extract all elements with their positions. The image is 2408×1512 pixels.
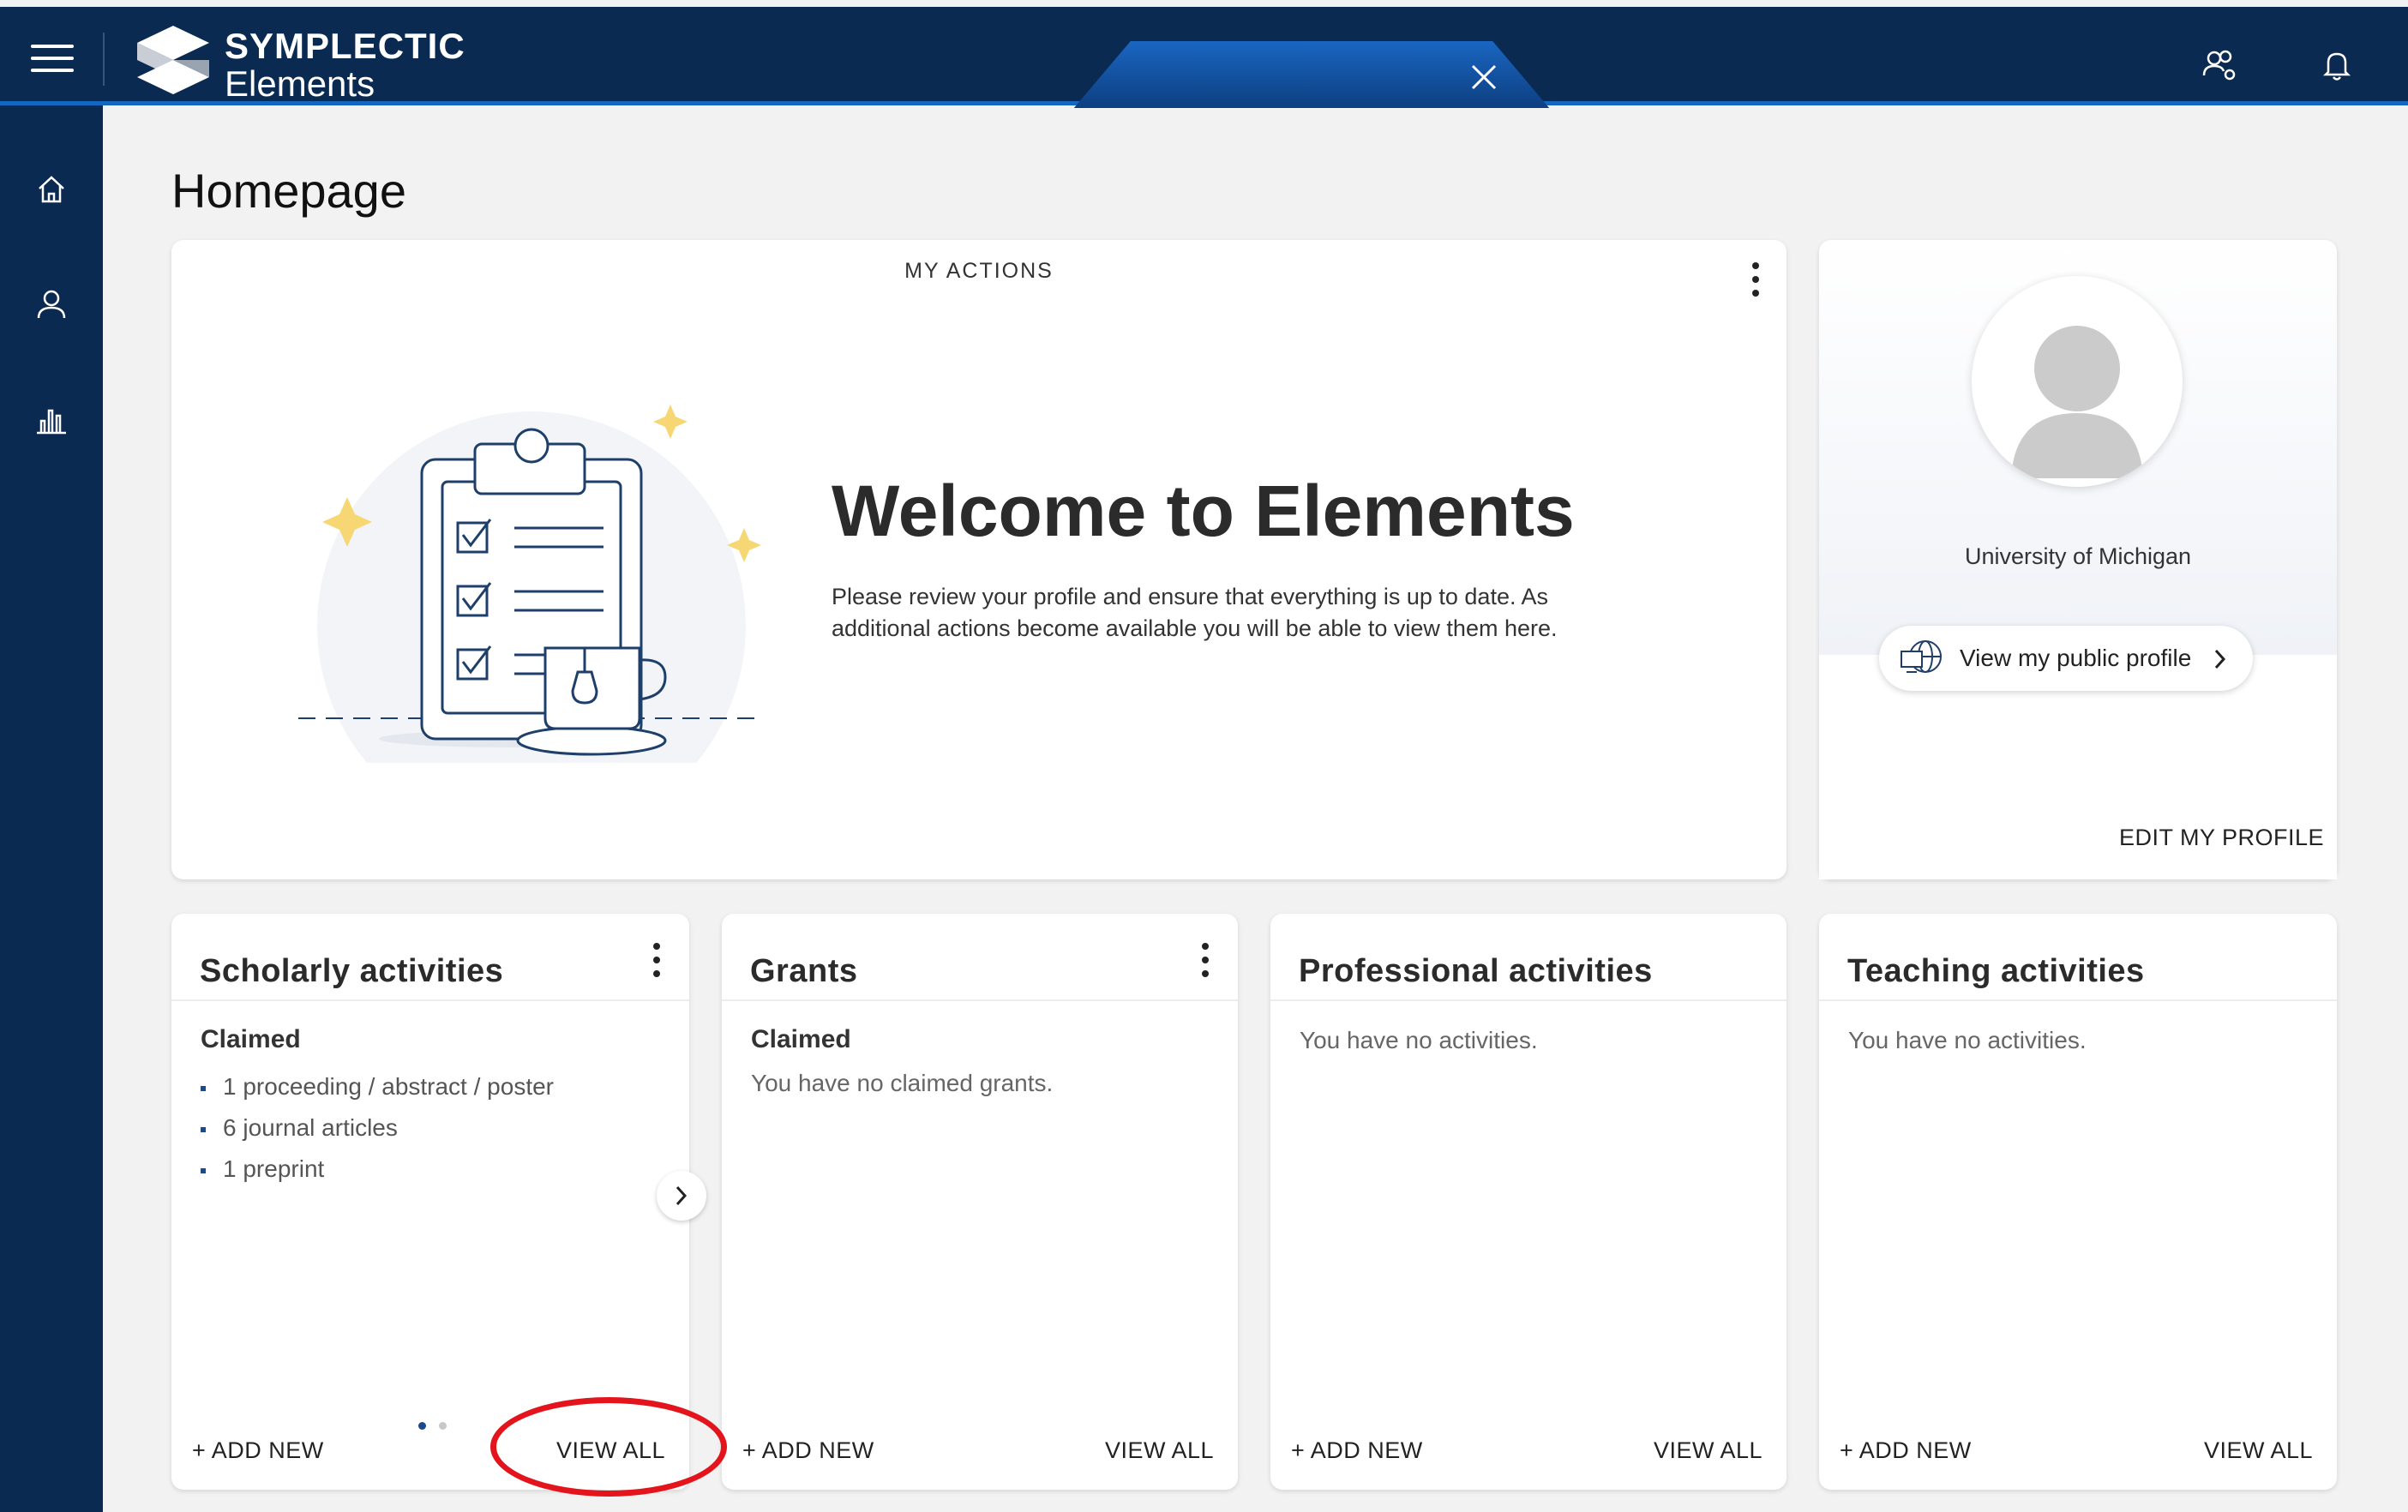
- view-public-profile-button[interactable]: View my public profile: [1879, 626, 2253, 691]
- professional-activities-card: Professional activities You have no acti…: [1270, 914, 1786, 1490]
- claimed-list: 1 proceeding / abstract / poster 6 journ…: [201, 1066, 554, 1190]
- list-item[interactable]: 6 journal articles: [201, 1107, 554, 1149]
- symplectic-logo-icon: [137, 26, 209, 94]
- bar-chart-icon[interactable]: [33, 400, 70, 438]
- add-new-button[interactable]: + ADD NEW: [1291, 1437, 1423, 1464]
- header-divider: [103, 33, 105, 86]
- view-all-button[interactable]: VIEW ALL: [1654, 1437, 1762, 1464]
- avatar-placeholder-icon: [2011, 326, 2143, 478]
- add-new-button[interactable]: + ADD NEW: [1840, 1437, 1972, 1464]
- my-actions-label: MY ACTIONS: [904, 259, 1054, 283]
- person-icon[interactable]: [33, 285, 70, 323]
- users-settings-icon[interactable]: [2201, 46, 2239, 84]
- edit-profile-link[interactable]: EDIT MY PROFILE: [2119, 825, 2324, 851]
- avatar: [1972, 276, 2183, 487]
- scholarly-activities-card: Scholarly activities Claimed 1 proceedin…: [171, 914, 689, 1490]
- carousel-dot[interactable]: [439, 1422, 447, 1430]
- institution-name: University of Michigan: [1964, 543, 2192, 569]
- view-all-button[interactable]: VIEW ALL: [2204, 1437, 2313, 1464]
- scholarly-more-icon[interactable]: [648, 943, 665, 984]
- sidebar: [0, 105, 103, 1512]
- claimed-heading: Claimed: [751, 1025, 851, 1053]
- clipboard-illustration: [298, 405, 761, 763]
- card-title: Teaching activities: [1847, 953, 2145, 989]
- card-divider: [1819, 999, 2337, 1001]
- chevron-right-icon: [2214, 649, 2226, 669]
- teaching-activities-card: Teaching activities You have no activiti…: [1819, 914, 2337, 1490]
- page-title: Homepage: [171, 164, 406, 218]
- list-item[interactable]: 1 preprint: [201, 1149, 554, 1190]
- empty-message: You have no activities.: [1848, 1027, 2087, 1053]
- header-tab-hump: [1073, 41, 1550, 108]
- card-title: Professional activities: [1299, 953, 1653, 989]
- brand-line-2: Elements: [225, 63, 375, 104]
- top-bar: SYMPLECTIC Elements: [0, 7, 2408, 108]
- view-all-button[interactable]: VIEW ALL: [1105, 1437, 1214, 1464]
- empty-message: You have no activities.: [1300, 1027, 1538, 1053]
- carousel-dot-active[interactable]: [418, 1422, 426, 1430]
- hamburger-menu-icon[interactable]: [31, 45, 74, 74]
- my-actions-more-icon[interactable]: [1747, 262, 1764, 303]
- claimed-heading: Claimed: [201, 1025, 301, 1053]
- carousel-next-button[interactable]: [657, 1171, 706, 1221]
- chevron-right-icon: [676, 1185, 688, 1206]
- card-divider: [171, 999, 689, 1001]
- grants-card: Grants Claimed You have no claimed grant…: [722, 914, 1238, 1490]
- view-all-button[interactable]: VIEW ALL: [556, 1437, 665, 1464]
- globe-monitor-icon: [1901, 640, 1942, 673]
- close-icon[interactable]: [1468, 62, 1499, 93]
- card-title: Scholarly activities: [200, 953, 504, 989]
- card-title: Grants: [750, 953, 858, 989]
- home-icon[interactable]: [33, 171, 70, 208]
- add-new-button[interactable]: + ADD NEW: [192, 1437, 324, 1464]
- view-public-profile-label: View my public profile: [1960, 645, 2192, 671]
- card-divider: [722, 999, 1238, 1001]
- list-item[interactable]: 1 proceeding / abstract / poster: [201, 1066, 554, 1107]
- add-new-button[interactable]: + ADD NEW: [742, 1437, 874, 1464]
- welcome-text: Please review your profile and ensure th…: [832, 584, 1558, 641]
- welcome-title: Welcome to Elements: [832, 471, 1575, 551]
- brand-line-1: SYMPLECTIC: [225, 26, 465, 66]
- symplectic-logo[interactable]: SYMPLECTIC Elements: [135, 19, 465, 104]
- empty-message: You have no claimed grants.: [751, 1070, 1054, 1096]
- bell-icon[interactable]: [2318, 46, 2356, 84]
- card-divider: [1270, 999, 1786, 1001]
- grants-more-icon[interactable]: [1197, 943, 1214, 984]
